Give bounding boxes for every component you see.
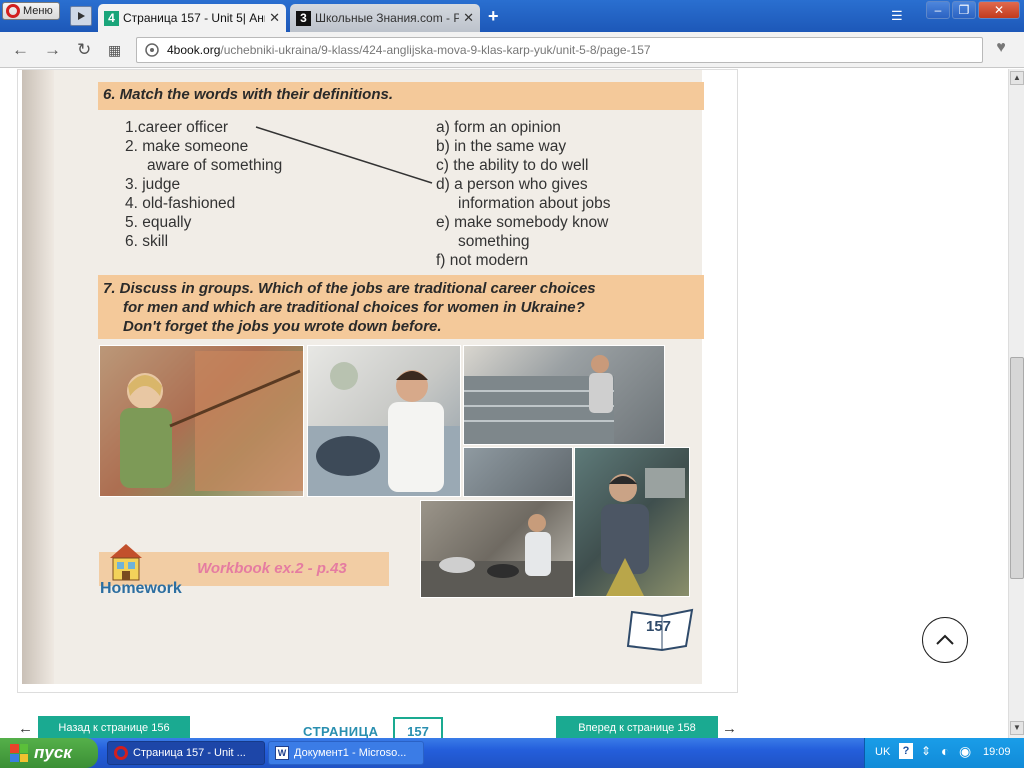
clock: 19:09 xyxy=(983,746,1011,758)
word-item: 6. skill xyxy=(125,233,169,250)
page-label: СТРАНИЦА xyxy=(303,724,379,738)
system-tray: UK ? ⇕ ◐ ◉ 19:09 xyxy=(864,738,1024,768)
scroll-to-top-button[interactable] xyxy=(922,617,968,663)
menu-label: Меню xyxy=(23,5,53,17)
cook-illustration xyxy=(421,514,573,597)
definition-item: d) a person who gives xyxy=(436,176,588,193)
definition-item: e) make somebody know xyxy=(436,214,609,231)
close-window-button[interactable]: ✕ xyxy=(978,1,1020,19)
exercise-7-line: for men and which are traditional choice… xyxy=(123,299,585,316)
tray-expand-icon[interactable]: ⇕ xyxy=(921,744,931,758)
exercise-7-title: 7. Discuss in groups. Which of the jobs … xyxy=(98,275,704,339)
update-icon[interactable]: ◐ xyxy=(941,743,949,759)
tab-favicon-4book: 4 xyxy=(104,10,119,26)
page-number-input[interactable]: 157 xyxy=(393,717,443,738)
maximize-icon: ❐ xyxy=(958,3,970,17)
site-info-icon[interactable] xyxy=(145,43,159,57)
next-arrow-icon[interactable]: → xyxy=(722,720,737,737)
url-host: 4book.org xyxy=(167,43,221,57)
opera-logo-icon xyxy=(6,4,20,18)
start-button[interactable]: пуск xyxy=(0,738,98,768)
factory-illustration xyxy=(464,355,614,444)
browser-tab-bar: Меню 4 Страница 157 - Unit 5| Англ ✕ 3 Ш… xyxy=(0,0,1024,32)
web-page: 6. Match the words with their definition… xyxy=(0,69,1008,738)
photo-cook xyxy=(420,500,574,598)
new-tab-button[interactable]: + xyxy=(488,6,499,27)
close-icon: ✕ xyxy=(993,3,1005,17)
exercise-6-definitions: a) form an opinion b) in the same way c)… xyxy=(436,118,611,270)
photo-teacher xyxy=(99,345,304,497)
photo-factory-worker xyxy=(463,345,665,445)
page-spine xyxy=(22,70,54,684)
taskbar-item-label: Страница 157 - Unit ... xyxy=(133,747,246,759)
windows-flag-icon xyxy=(10,744,28,762)
exercise-7-line: 7. Discuss in groups. Which of the jobs … xyxy=(103,280,596,297)
minimize-button[interactable]: – xyxy=(926,1,950,19)
address-toolbar: ← → ↻ ▦ 4book.org/uchebniki-ukraina/9-kl… xyxy=(0,32,1024,68)
opera-icon xyxy=(114,746,128,760)
word-item: 5. equally xyxy=(125,214,192,231)
scroll-up-icon[interactable]: ▲ xyxy=(1010,71,1024,85)
tab-close-icon[interactable]: ✕ xyxy=(463,10,474,26)
speed-dial-button[interactable] xyxy=(70,6,92,26)
house-icon xyxy=(110,544,142,581)
taskbar: пуск Страница 157 - Unit ... W Документ1… xyxy=(0,738,1024,768)
tab-title: Страница 157 - Unit 5| Англ xyxy=(123,11,266,25)
address-input[interactable]: 4book.org/uchebniki-ukraina/9-klass/424-… xyxy=(136,37,983,63)
textbook-page-frame: 6. Match the words with their definition… xyxy=(17,69,738,693)
maximize-button[interactable]: ❐ xyxy=(952,1,976,19)
mechanic-illustration xyxy=(601,468,685,596)
definition-item: b) in the same way xyxy=(436,138,567,155)
prev-page-button[interactable]: Назад к странице 156 xyxy=(38,716,190,738)
forward-arrow-icon[interactable]: → xyxy=(44,40,61,60)
taskbar-item-opera[interactable]: Страница 157 - Unit ... xyxy=(107,741,265,765)
tab-title: Школьные Знания.com - Ре xyxy=(315,11,460,25)
start-label: пуск xyxy=(34,743,72,762)
volume-icon[interactable]: ◉ xyxy=(959,743,971,760)
minimize-icon: – xyxy=(934,3,942,17)
taskbar-item-label: Документ1 - Microso... xyxy=(294,747,407,759)
prev-arrow-icon[interactable]: ← xyxy=(18,720,33,737)
speed-dial-icon xyxy=(78,12,85,20)
definition-item: something xyxy=(458,233,530,250)
match-line xyxy=(255,126,433,184)
bookmark-heart-icon[interactable]: ♥ xyxy=(988,39,1014,61)
language-indicator[interactable]: UK xyxy=(875,746,890,758)
dentist-illustration xyxy=(308,362,460,496)
tab-active[interactable]: 4 Страница 157 - Unit 5| Англ ✕ xyxy=(98,4,286,32)
url-path: /uchebniki-ukraina/9-klass/424-anglijska… xyxy=(220,43,651,57)
photo-machine xyxy=(463,447,573,497)
word-item: 4. old-fashioned xyxy=(125,195,236,212)
browser-menu-button[interactable]: Меню xyxy=(2,2,60,20)
scroll-thumb[interactable] xyxy=(1010,357,1024,579)
definition-item: c) the ability to do well xyxy=(436,157,589,174)
scroll-down-icon[interactable]: ▼ xyxy=(1010,721,1024,735)
photo-mechanic xyxy=(574,447,690,597)
tab-close-icon[interactable]: ✕ xyxy=(269,10,280,26)
grid-icon[interactable]: ▦ xyxy=(108,42,121,59)
taskbar-item-word[interactable]: W Документ1 - Microso... xyxy=(268,741,424,765)
tab-menu-icon[interactable]: ☰ xyxy=(891,8,903,24)
photo-dentist xyxy=(307,345,461,497)
exercise-7-line: Don't forget the jobs you wrote down bef… xyxy=(123,318,442,335)
book-page-number: 157 xyxy=(626,606,698,652)
help-icon[interactable]: ? xyxy=(899,743,913,759)
tab-favicon-znanija: 3 xyxy=(296,10,311,26)
vertical-scrollbar[interactable]: ▲ ▼ xyxy=(1008,69,1024,738)
tab-inactive[interactable]: 3 Школьные Знания.com - Ре ✕ xyxy=(290,4,480,32)
book-page-number-text: 157 xyxy=(646,618,672,635)
word-document-icon: W xyxy=(275,746,289,760)
definition-item: information about jobs xyxy=(458,195,611,212)
next-page-button[interactable]: Вперед к странице 158 xyxy=(556,716,718,738)
definition-item: a) form an opinion xyxy=(436,119,561,136)
reload-icon[interactable]: ↻ xyxy=(77,40,91,60)
exercise-6-title: 6. Match the words with their definition… xyxy=(98,82,704,110)
textbook-page: 6. Match the words with their definition… xyxy=(22,70,704,684)
teacher-illustration xyxy=(100,346,303,496)
homework-label: Homework xyxy=(100,580,182,597)
chevron-up-icon xyxy=(936,634,954,645)
workbook-reference: Workbook ex.2 - p.43 xyxy=(197,560,347,577)
definition-item: f) not modern xyxy=(436,252,529,269)
back-arrow-icon[interactable]: ← xyxy=(12,40,29,60)
